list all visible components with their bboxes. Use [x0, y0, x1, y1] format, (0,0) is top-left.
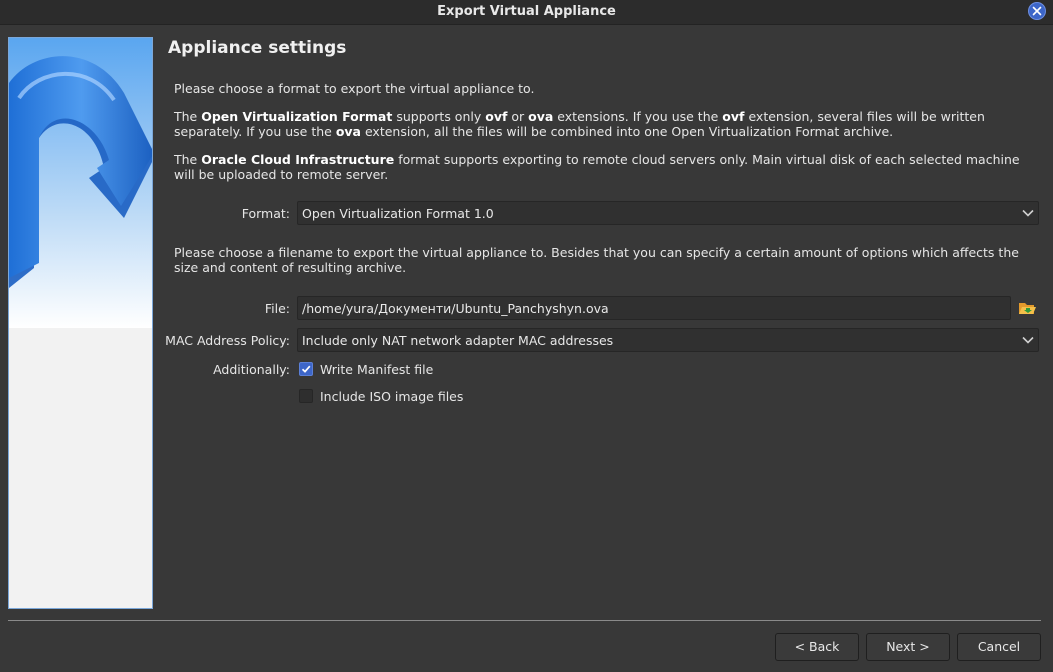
write-manifest-checkbox[interactable]: [299, 362, 313, 376]
file-path-value: /home/yura/Документи/Ubuntu_Panchyshyn.o…: [302, 301, 609, 316]
filename-description: Please choose a filename to export the v…: [174, 245, 1019, 275]
include-iso-checkbox[interactable]: [299, 389, 313, 403]
include-iso-label[interactable]: Include ISO image files: [320, 389, 463, 404]
page-title: Appliance settings: [168, 38, 347, 58]
format-value: Open Virtualization Format 1.0: [302, 206, 494, 221]
write-manifest-label[interactable]: Write Manifest file: [320, 362, 433, 377]
title-bar: Export Virtual Appliance: [0, 0, 1053, 25]
additionally-label: Additionally:: [213, 362, 290, 377]
back-button[interactable]: < Back: [775, 633, 859, 661]
close-button[interactable]: [1028, 2, 1046, 20]
ovf-description: The Open Virtualization Format supports …: [174, 109, 985, 139]
format-label: Format:: [241, 206, 290, 221]
mac-policy-label: MAC Address Policy:: [165, 333, 290, 348]
wizard-side-image: [8, 37, 153, 609]
cancel-button[interactable]: Cancel: [957, 633, 1041, 661]
format-select[interactable]: Open Virtualization Format 1.0: [297, 201, 1039, 225]
oci-description: The Oracle Cloud Infrastructure format s…: [174, 152, 1020, 182]
export-arrow-illustration: [9, 38, 152, 328]
chevron-down-icon: [1022, 336, 1034, 344]
mac-policy-value: Include only NAT network adapter MAC add…: [302, 333, 614, 348]
mac-policy-select[interactable]: Include only NAT network adapter MAC add…: [297, 328, 1039, 352]
window-title: Export Virtual Appliance: [437, 4, 616, 19]
checkmark-icon: [301, 365, 311, 373]
choose-file-button[interactable]: [1017, 298, 1039, 320]
footer-divider: [8, 620, 1041, 621]
next-button[interactable]: Next >: [866, 633, 950, 661]
file-path-input[interactable]: /home/yura/Документи/Ubuntu_Panchyshyn.o…: [297, 296, 1011, 320]
intro-text: Please choose a format to export the vir…: [174, 81, 535, 96]
folder-open-icon: [1019, 303, 1036, 314]
chevron-down-icon: [1022, 209, 1034, 217]
close-icon: [1032, 6, 1042, 16]
file-label: File:: [264, 301, 290, 316]
